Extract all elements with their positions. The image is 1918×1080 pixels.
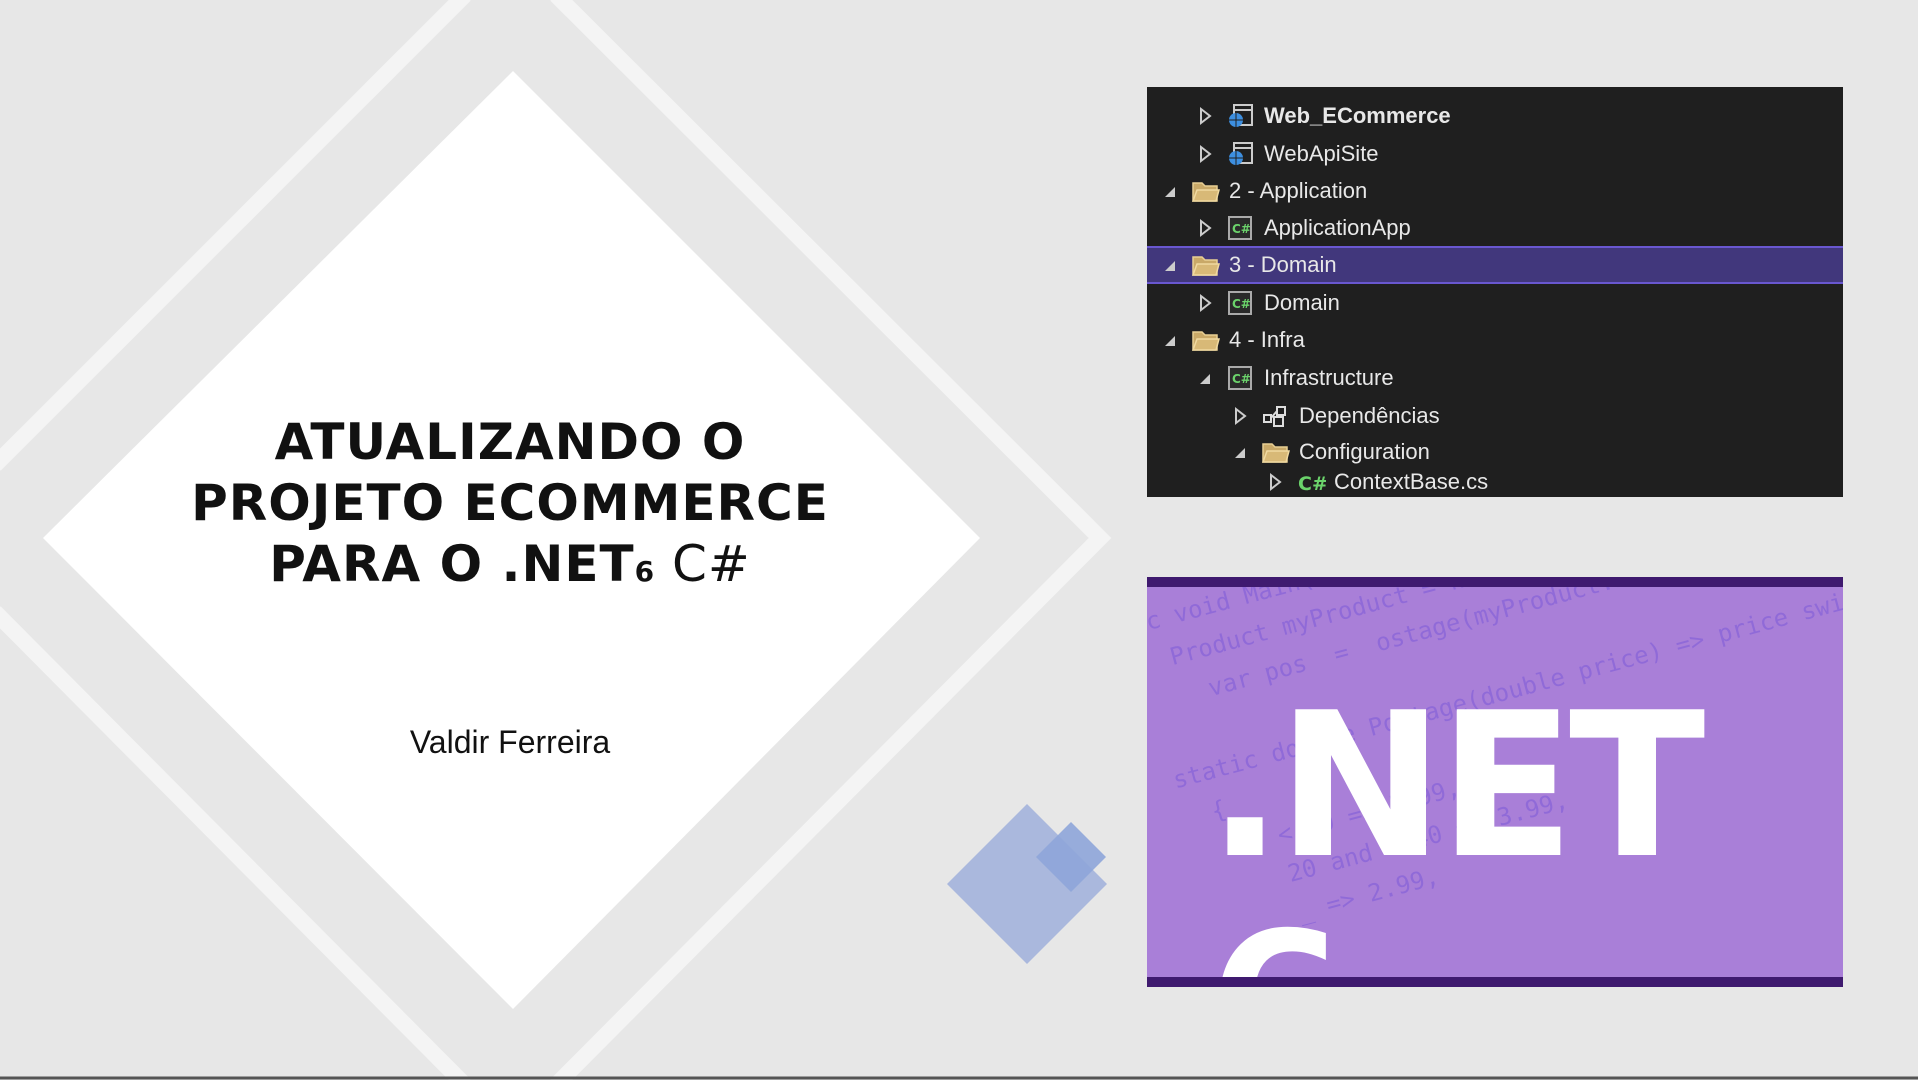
author-name: Valdir Ferreira [409, 724, 611, 760]
title-version: 6 [634, 555, 656, 588]
slide-title: ATUALIZANDO O PROJETO ECOMMERCE PARA O .… [110, 412, 910, 602]
expand-arrow-icon[interactable] [1268, 472, 1282, 492]
blue-diamond-large [947, 804, 1107, 964]
tree-item[interactable]: Dependências [1147, 397, 1843, 434]
tree-item-label: Dependências [1299, 402, 1440, 428]
web-project-icon [1226, 141, 1256, 167]
svg-text:C#: C# [1232, 297, 1251, 311]
dotnet6-banner: ic void Main(string[] args) Name = "My P… [1147, 577, 1843, 987]
expand-arrow-icon[interactable] [1198, 218, 1212, 238]
csharp-file-icon: C# [1296, 469, 1328, 495]
tree-item-label: Configuration [1299, 438, 1430, 464]
tree-item-label: WebApiSite [1264, 140, 1379, 166]
csharp-project-icon: C# [1226, 290, 1256, 316]
tree-item[interactable]: C# ContextBase.cs [1147, 463, 1843, 497]
folder-icon [1191, 327, 1221, 353]
tree-item-label: 2 - Application [1229, 177, 1368, 203]
collapse-arrow-icon[interactable] [1163, 330, 1177, 350]
tree-item-label: ContextBase.cs [1334, 468, 1489, 494]
tree-item[interactable]: 4 - Infra [1147, 321, 1843, 358]
tree-item[interactable]: 3 - Domain [1147, 246, 1843, 284]
collapse-arrow-icon[interactable] [1233, 442, 1247, 462]
tree-item[interactable]: WebApiSite [1147, 135, 1843, 172]
title-line-3: PARA O .NET6 C# [110, 534, 910, 602]
tree-item-label: Infrastructure [1264, 364, 1394, 390]
expand-arrow-icon[interactable] [1198, 106, 1212, 126]
collapse-arrow-icon[interactable] [1163, 181, 1177, 201]
tree-item[interactable]: C# Infrastructure [1147, 359, 1843, 396]
csharp-project-icon: C# [1226, 365, 1256, 391]
tree-item-label: Domain [1264, 289, 1340, 315]
web-project-icon [1226, 103, 1256, 129]
title-prefix: PARA O .NET [269, 535, 635, 593]
title-line-2: PROJETO ECOMMERCE [191, 474, 829, 532]
dotnet6-text: .NET 6 [1207, 670, 1705, 978]
collapse-arrow-icon[interactable] [1198, 368, 1212, 388]
dependencies-icon [1261, 403, 1291, 429]
svg-text:C#: C# [1298, 473, 1326, 495]
collapse-arrow-icon[interactable] [1163, 255, 1177, 275]
tree-item-label: ApplicationApp [1264, 214, 1411, 240]
tree-item[interactable]: C# Domain [1147, 284, 1843, 321]
svg-text:C#: C# [1232, 372, 1251, 386]
title-lang: C# [655, 535, 751, 593]
expand-arrow-icon[interactable] [1198, 293, 1212, 313]
expand-arrow-icon[interactable] [1233, 406, 1247, 426]
svg-text:C#: C# [1232, 222, 1251, 236]
solution-explorer-screenshot: Web_ECommerce WebApiSite 2 - Application C#… [1147, 87, 1843, 497]
expand-arrow-icon[interactable] [1198, 144, 1212, 164]
folder-icon [1191, 252, 1221, 278]
folder-icon [1191, 178, 1221, 204]
folder-icon [1261, 439, 1291, 465]
tree-item-label: 4 - Infra [1229, 326, 1305, 352]
tree-item[interactable]: C# ApplicationApp [1147, 209, 1843, 246]
tree-item-label: 3 - Domain [1229, 252, 1337, 277]
tree-item[interactable]: 2 - Application [1147, 172, 1843, 209]
tree-item[interactable]: Web_ECommerce [1147, 97, 1843, 134]
csharp-project-icon: C# [1226, 215, 1256, 241]
tree-item-label: Web_ECommerce [1264, 102, 1451, 128]
title-line-1: ATUALIZANDO O [274, 413, 746, 471]
